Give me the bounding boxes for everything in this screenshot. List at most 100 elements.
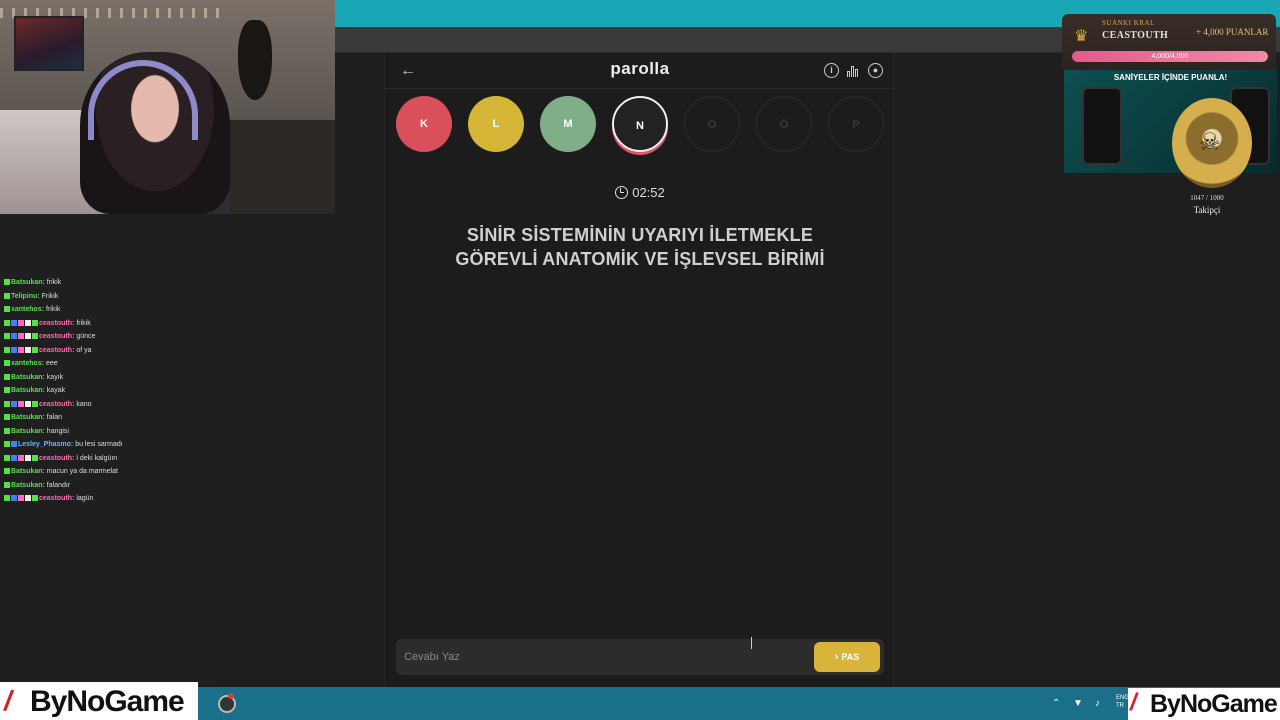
- webcam-poster: [14, 16, 84, 71]
- game-header: ← parolla i ●: [385, 53, 895, 89]
- chat-badge-icon: [25, 346, 31, 353]
- chat-username[interactable]: ceastouth: [39, 401, 72, 408]
- chat-text: Frikik: [41, 292, 59, 300]
- skull-icon: ☠: [1199, 129, 1221, 156]
- stats-icon[interactable]: [846, 63, 861, 78]
- wifi-icon[interactable]: ▼: [1073, 698, 1083, 709]
- chat-badge-icon: [4, 468, 10, 475]
- chat-badge-icon: [11, 495, 17, 502]
- pass-button[interactable]: › PAS: [814, 642, 880, 672]
- volume-icon[interactable]: ♪: [1095, 698, 1100, 709]
- bynogame-mark-icon: /: [4, 685, 12, 716]
- letter-circle[interactable]: P: [828, 96, 884, 152]
- chat-username[interactable]: ceastouth: [39, 333, 72, 340]
- text-cursor-icon: [751, 637, 756, 649]
- current-king-widget: ♛ SUANKI KRAL CEASTOUTH + 4,000 PUANLAR …: [1062, 14, 1276, 74]
- chat-username[interactable]: Lesley_Phasmo: [18, 441, 71, 448]
- chat-message: ceastouth: frikik: [4, 317, 214, 331]
- chat-badge-icon: [11, 346, 17, 353]
- chat-badge-icon: [11, 441, 17, 448]
- letter-circle[interactable]: O: [684, 96, 740, 152]
- question-text: SİNİR SİSTEMİNİN UYARIYI İLETMEKLE GÖREV…: [455, 225, 825, 269]
- chat-badge-icon: [18, 454, 24, 461]
- chat-message: Batsukan: falan: [4, 411, 214, 425]
- letter-circle[interactable]: Ö: [756, 96, 812, 152]
- tray-expand-icon[interactable]: ⌃: [1052, 698, 1060, 709]
- chat-username[interactable]: Batsukan: [11, 387, 43, 394]
- follower-count: 1047 / 1000: [1190, 194, 1224, 202]
- countdown-timer: 02:52: [385, 185, 895, 200]
- chat-badge-icon: [18, 495, 24, 502]
- pass-label: PAS: [841, 652, 860, 662]
- info-icon[interactable]: i: [824, 63, 839, 78]
- chat-badge-icon: [25, 400, 31, 407]
- chat-text: frikik: [46, 306, 61, 313]
- chat-badge-icon: [18, 333, 24, 340]
- chat-text: günce: [76, 333, 96, 340]
- chat-username[interactable]: ceastouth: [39, 495, 72, 502]
- chat-message: Batsukan: macun ya da marmelat: [4, 465, 214, 479]
- chat-message: ceastouth: günce: [4, 330, 214, 344]
- chat-text: of ya: [76, 346, 92, 354]
- chat-badge-icon: [18, 319, 24, 326]
- timer-value: 02:52: [632, 185, 665, 200]
- chat-text: lagün: [76, 495, 94, 502]
- answer-input[interactable]: [404, 645, 804, 669]
- letter-circle[interactable]: M: [540, 96, 596, 152]
- recording-dot-icon: [228, 693, 234, 699]
- chat-message: xantehos: eee: [4, 357, 214, 371]
- chat-username[interactable]: ceastouth: [39, 347, 72, 354]
- chat-badge-icon: [32, 346, 38, 353]
- chat-username[interactable]: Batsukan: [11, 482, 43, 489]
- king-label: SUANKI KRAL: [1102, 19, 1155, 27]
- chat-text: kayak: [46, 387, 66, 394]
- chat-text: kano: [76, 400, 92, 408]
- letter-circle[interactable]: N: [612, 96, 668, 152]
- chat-badge-icon: [32, 495, 38, 502]
- chat-username[interactable]: Batsukan: [11, 414, 43, 421]
- chat-badge-icon: [4, 333, 10, 340]
- chat-badge-icon: [18, 346, 24, 353]
- bynogame-logo-left: / ByNoGame: [0, 682, 198, 720]
- phone-mockup: [1082, 87, 1122, 165]
- chat-badge-icon: [4, 319, 10, 326]
- chevron-right-icon: ›: [834, 651, 839, 663]
- chat-badge-icon: [4, 292, 10, 299]
- chat-message: xantehos: frikik: [4, 303, 214, 317]
- chat-username[interactable]: xantehos: [11, 360, 42, 367]
- chat-message-list: Batsukan: frikik Telipinu: Frikik xantehos…: [4, 276, 214, 506]
- chat-username[interactable]: Batsukan: [11, 468, 43, 475]
- king-progress-text: 4,000/4,000: [1151, 53, 1189, 60]
- chat-badge-icon: [4, 346, 10, 353]
- chat-text: hangisi: [46, 427, 69, 435]
- chat-username[interactable]: Batsukan: [11, 428, 43, 435]
- answer-bar: ›PAS: [396, 639, 884, 675]
- chat-username[interactable]: Batsukan: [11, 374, 43, 381]
- chat-username[interactable]: Batsukan: [11, 279, 43, 286]
- chat-badge-icon: [11, 400, 17, 407]
- webcam-feed: [0, 0, 335, 214]
- chat-message: Batsukan: frikik: [4, 276, 214, 290]
- game-logo: parolla: [610, 59, 670, 78]
- chat-badge-icon: [4, 454, 10, 461]
- letter-circle[interactable]: K: [396, 96, 452, 152]
- chat-badge-icon: [32, 333, 38, 340]
- chat-message: Telipinu: Frikik: [4, 290, 214, 304]
- bynogame-logo-right: / ByNoGame: [1128, 688, 1280, 720]
- chat-text: l deki kalgüın: [76, 454, 118, 462]
- crown-icon: ♛: [1074, 28, 1089, 45]
- user-profile-icon[interactable]: ●: [868, 63, 883, 78]
- chat-username[interactable]: ceastouth: [39, 320, 72, 327]
- pirate-coin-icon: ☠: [1172, 98, 1252, 188]
- chat-message: Batsukan: kayık: [4, 371, 214, 385]
- clock-icon: [615, 186, 629, 199]
- chat-username[interactable]: ceastouth: [39, 455, 72, 462]
- chat-username[interactable]: Telipinu: [11, 293, 37, 300]
- letter-circle[interactable]: L: [468, 96, 524, 152]
- chat-text: kayık: [46, 373, 64, 381]
- king-name: CEASTOUTH: [1102, 30, 1169, 41]
- chat-username[interactable]: xantehos: [11, 306, 42, 313]
- chat-text: falandır: [46, 481, 71, 489]
- chat-badge-icon: [4, 495, 10, 502]
- follower-label: Takipçi: [1193, 205, 1221, 215]
